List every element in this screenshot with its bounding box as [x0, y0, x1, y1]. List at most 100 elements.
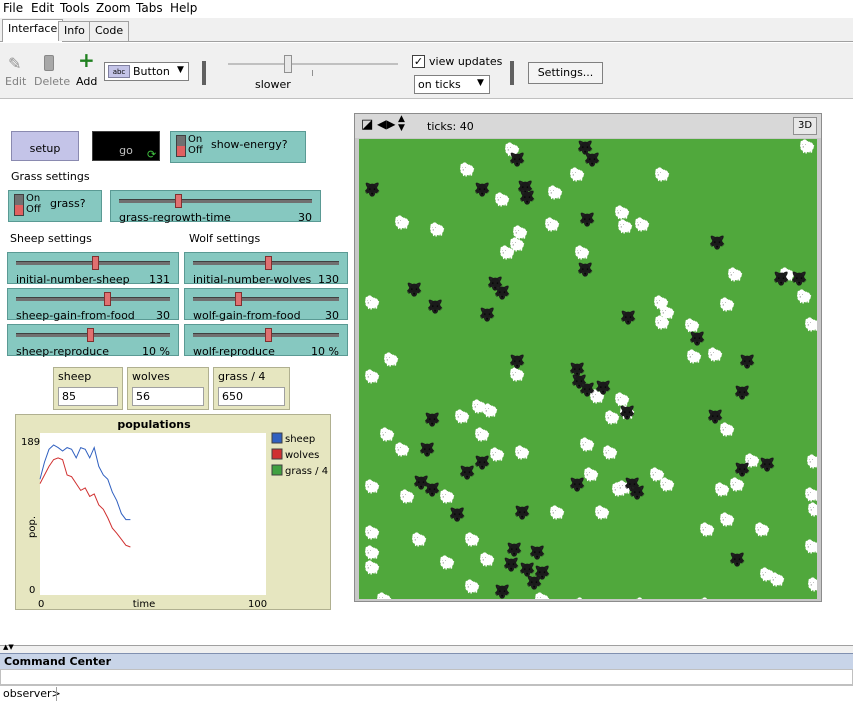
wolf-agent: 🐺	[689, 332, 706, 347]
slider-label: wolf-gain-from-food	[193, 309, 301, 322]
sheep-agent: 🐑	[799, 140, 816, 155]
slider-knob[interactable]	[234, 292, 242, 306]
toolbar: ✎ Edit Delete + Add abc Button ▼ slower …	[0, 43, 853, 99]
sheep-agent: 🐑	[464, 580, 481, 595]
sheep-agent: 🐑	[474, 428, 491, 443]
wolf-agent: 🐺	[514, 506, 531, 521]
wolf-agent: 🐺	[459, 466, 476, 481]
wolf-agent: 🐺	[595, 381, 612, 396]
world-view: ◪ ◀▶ ▲ ▼ ticks: 40 3D 🐑 🐑 🐑 🐑 🐑 🐑 🐑 🐑 🐑 🐑 🐑 🐑 🐑 🐑 🐑 🐑 🐑 🐑 🐑…	[354, 113, 822, 602]
slider-knob[interactable]	[265, 328, 273, 342]
world-canvas[interactable]: 🐑 🐑 🐑 🐑 🐑 🐑 🐑 🐑 🐑 🐑 🐑 🐑 🐑 🐑 🐑 🐑 🐑 🐑 🐑 🐑 🐑 🐑 🐑 🐑 🐑 🐑 🐑 🐑 🐑 🐑 🐑 🐑 🐑 🐑 🐑 🐑 🐑 🐑 🐑 🐑…	[359, 139, 817, 599]
wolf-agent: 🐺	[509, 153, 526, 168]
setup-button[interactable]: setup	[11, 131, 79, 161]
show-energy-switch[interactable]: On Off show-energy?	[170, 131, 306, 163]
sheep-agent: 🐑	[514, 446, 531, 461]
slider-knob[interactable]	[86, 328, 94, 342]
sheep-agent: 🐑	[549, 506, 566, 521]
grass-switch[interactable]: On Off grass?	[8, 190, 102, 222]
sheep-agent: 🐑	[614, 206, 631, 221]
3d-button[interactable]: 3D	[793, 117, 817, 135]
x-axis-label: time	[133, 599, 156, 610]
collapse-arrows-icon[interactable]: ▲▼	[3, 643, 14, 651]
command-center-divider[interactable]: ▲▼	[0, 643, 853, 653]
sheep-agent: 🐑	[411, 533, 428, 548]
edit-button[interactable]: Edit	[5, 75, 26, 88]
world-view-header: ◪ ◀▶ ▲ ▼ ticks: 40 3D	[355, 114, 821, 138]
grass-monitor[interactable]: grass / 4 650	[213, 367, 290, 410]
menu-help[interactable]: Help	[170, 1, 197, 15]
sheep-reproduce-slider[interactable]: sheep-reproduce 10 %	[7, 324, 179, 358]
sheep-monitor[interactable]: sheep 85	[53, 367, 123, 410]
slider-label: sheep-gain-from-food	[16, 309, 135, 322]
wolf-agent: 🐺	[620, 311, 637, 326]
tab-interface[interactable]: Interface	[2, 19, 64, 42]
wolves-monitor[interactable]: wolves 56	[127, 367, 209, 410]
sheep-agent: 🐑	[569, 168, 586, 183]
menu-zoom[interactable]: Zoom	[96, 1, 131, 15]
wolf-reproduce-slider[interactable]: wolf-reproduce 10 %	[184, 324, 348, 358]
pan-horizontal-icon[interactable]: ◀▶	[377, 118, 395, 131]
wolf-agent: 🐺	[424, 413, 441, 428]
sheep-agent: 🐑	[804, 488, 817, 503]
populations-plot[interactable]: populations 189 0 0 100 time pop. sheep w…	[15, 414, 331, 610]
observer-prompt[interactable]: observer>	[3, 687, 61, 700]
update-mode-select[interactable]: on ticks ▼	[414, 75, 490, 94]
wolf-agent: 🐺	[759, 458, 776, 473]
grass-settings-note: Grass settings	[11, 170, 90, 183]
wolf-agent: 🐺	[364, 183, 381, 198]
sheep-agent: 🐑	[383, 353, 400, 368]
wolf-agent: 🐺	[734, 386, 751, 401]
widget-type-select[interactable]: abc Button ▼	[104, 62, 189, 81]
menu-tools[interactable]: Tools	[60, 1, 90, 15]
slider-label: sheep-reproduce	[16, 345, 110, 358]
widget-type-value: Button	[133, 65, 170, 78]
sheep-agent: 🐑	[494, 193, 511, 208]
view-updates-checkbox[interactable]: ✓	[412, 55, 425, 68]
sheep-agent: 🐑	[364, 546, 381, 561]
wolf-agent: 🐺	[707, 410, 724, 425]
go-button[interactable]: go ⟳	[92, 131, 160, 161]
sheep-agent: 🐑	[699, 523, 716, 538]
legend-swatch-1	[271, 448, 283, 460]
shape-tool-icon[interactable]: ◪	[361, 118, 373, 131]
sheep-agent: 🐑	[364, 480, 381, 495]
speed-slider-track	[228, 63, 398, 65]
switch-off-label: Off	[188, 145, 203, 156]
grass-regrowth-time-slider[interactable]: grass-regrowth-time 30	[110, 190, 321, 224]
add-icon: +	[78, 48, 95, 72]
sheep-agent: 🐑	[754, 523, 771, 538]
add-button[interactable]: Add	[76, 75, 97, 88]
sheep-agent: 🐑	[659, 478, 676, 493]
command-input[interactable]	[56, 687, 851, 701]
monitor-label: grass / 4	[218, 370, 266, 383]
slider-knob[interactable]	[265, 256, 273, 270]
slider-knob[interactable]	[92, 256, 100, 270]
sheep-agent: 🐑	[659, 306, 676, 321]
wolf-agent: 🐺	[739, 355, 756, 370]
menu-file[interactable]: File	[3, 1, 23, 15]
tab-info[interactable]: Info	[58, 21, 91, 41]
initial-number-wolves-slider[interactable]: initial-number-wolves 130	[184, 252, 348, 286]
sheep-gain-from-food-slider[interactable]: sheep-gain-from-food 30	[7, 288, 179, 322]
wolf-agent: 🐺	[619, 406, 636, 421]
tab-code[interactable]: Code	[89, 21, 130, 41]
delete-button[interactable]: Delete	[34, 75, 70, 88]
command-center-output	[0, 669, 853, 685]
slider-label: initial-number-sheep	[16, 273, 130, 286]
initial-number-sheep-slider[interactable]: initial-number-sheep 131	[7, 252, 179, 286]
sheep-agent: 🐑	[719, 513, 736, 528]
pan-vertical-icon[interactable]: ▲ ▼	[398, 115, 405, 133]
wolf-agent: 🐺	[494, 286, 511, 301]
slider-knob[interactable]	[104, 292, 112, 306]
plot-area	[40, 433, 266, 595]
switch-on-label: On	[188, 134, 203, 145]
menu-tabs[interactable]: Tabs	[136, 1, 163, 15]
speed-slider-knob[interactable]	[284, 55, 292, 73]
wolf-gain-from-food-slider[interactable]: wolf-gain-from-food 30	[184, 288, 348, 322]
settings-button[interactable]: Settings...	[528, 62, 603, 84]
legend-label-2: grass / 4	[285, 466, 328, 477]
menu-edit[interactable]: Edit	[31, 1, 54, 15]
slider-knob[interactable]	[174, 194, 182, 208]
sheep-agent: 🐑	[464, 533, 481, 548]
